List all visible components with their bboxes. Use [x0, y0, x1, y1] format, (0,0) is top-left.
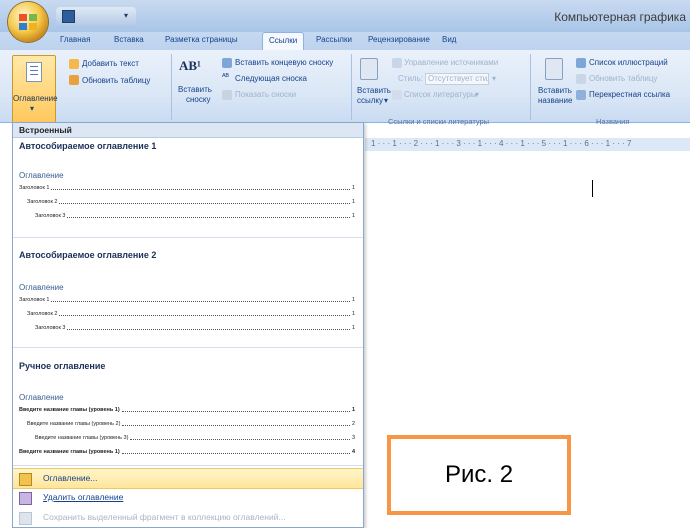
insert-caption-button[interactable]: Вставить	[538, 86, 572, 95]
footnote-ab-icon: AB¹	[179, 58, 201, 73]
insert-citation-button[interactable]: Вставить	[357, 86, 391, 95]
citations-group-label: Ссылки и списки литературы	[388, 117, 490, 126]
toc-preview-line: Заголовок 31	[35, 213, 355, 219]
tab-home[interactable]: Главная	[60, 35, 90, 44]
section-title: Автособираемое оглавление 1	[19, 141, 157, 151]
horizontal-ruler[interactable]: 1 · · · 1 · · · 2 · · · 1 · · · 3 · · · …	[365, 138, 690, 152]
cross-reference-icon	[576, 90, 586, 100]
chevron-down-icon: ▾	[492, 74, 497, 83]
bibliography-icon	[392, 90, 402, 100]
style-label: Стиль:	[398, 74, 423, 83]
ribbon-tabs: Главная Вставка Разметка страницы Ссылки…	[0, 32, 690, 50]
chevron-down-icon: ▾	[384, 96, 389, 105]
manage-sources-button[interactable]: Управление источниками	[404, 58, 498, 67]
table-of-figures-icon	[576, 58, 586, 68]
insert-citation-button-line2: ссылку	[357, 96, 384, 105]
group-separator	[351, 54, 352, 120]
manage-sources-icon	[392, 58, 402, 68]
ruler-ticks: 1 · · · 1 · · · 2 · · · 1 · · · 3 · · · …	[371, 139, 632, 148]
tab-view[interactable]: Вид	[442, 35, 456, 44]
remove-toc-icon	[19, 492, 32, 505]
captions-group-label: Названия	[596, 117, 630, 126]
text-cursor	[592, 180, 593, 197]
toc-preview-line: Введите название главы (уровень 2) 2	[27, 421, 355, 427]
update-figures-table-button[interactable]: Обновить таблицу	[589, 74, 657, 83]
insert-caption-icon	[545, 58, 563, 80]
update-table-icon	[69, 75, 79, 85]
tab-page-layout[interactable]: Разметка страницы	[165, 35, 238, 44]
update-figures-table-icon	[576, 74, 586, 84]
customize-qat-icon[interactable]: ▾	[124, 11, 128, 20]
menu-item-toc-dialog[interactable]: Оглавление...	[13, 468, 363, 489]
toc-preview-line: Введите название главы (уровень 1) 4	[19, 449, 355, 455]
group-separator	[171, 54, 172, 120]
insert-citation-icon	[360, 58, 378, 80]
bibliography-button[interactable]: Список литературы	[404, 90, 477, 99]
toc-preview-line: Заголовок 11	[19, 185, 355, 191]
insert-endnote-icon	[222, 58, 232, 68]
toc-document-icon	[26, 62, 42, 82]
insert-footnote-button[interactable]: Вставить	[178, 85, 212, 94]
toc-button[interactable]	[12, 55, 56, 125]
toc-preview-line: Заголовок 31	[35, 325, 355, 331]
toc-preview-line: Заголовок 21	[27, 311, 355, 317]
toc-gallery-dropdown: Встроенный Автособираемое оглавление 1 О…	[12, 122, 364, 528]
insert-caption-button-line2: название	[538, 96, 573, 105]
group-separator	[530, 54, 531, 120]
style-select[interactable]: Отсутствует стил	[425, 73, 489, 85]
update-table-button[interactable]: Обновить таблицу	[82, 76, 150, 85]
office-logo-icon	[19, 14, 37, 30]
next-footnote-icon: ᴬᴮ	[222, 72, 229, 81]
table-of-figures-button[interactable]: Список иллюстраций	[589, 58, 668, 67]
figure-caption: Рис. 2	[444, 461, 514, 488]
insert-endnote-button[interactable]: Вставить концевую сноску	[235, 58, 333, 67]
gallery-header-label: Встроенный	[19, 125, 72, 135]
divider	[13, 465, 363, 466]
cross-reference-button[interactable]: Перекрестная ссылка	[589, 90, 670, 99]
toc-preview-heading: Оглавление	[19, 171, 64, 180]
toc-preview-line: Введите название главы (уровень 3) 3	[35, 435, 355, 441]
gallery-header: Встроенный	[13, 123, 363, 138]
toc-preview-heading: Оглавление	[19, 393, 64, 402]
section-title: Ручное оглавление	[19, 361, 106, 371]
tab-insert[interactable]: Вставка	[114, 35, 144, 44]
show-notes-icon	[222, 90, 232, 100]
section-title: Автособираемое оглавление 2	[19, 250, 157, 260]
title-bar: ▾ Компьютерная графика	[0, 0, 690, 32]
toc-preview-line: Заголовок 21	[27, 199, 355, 205]
next-footnote-button[interactable]: Следующая сноска	[235, 74, 307, 83]
office-button[interactable]	[8, 2, 48, 42]
toc-preview-line: Заголовок 11	[19, 297, 355, 303]
divider	[13, 237, 363, 238]
chevron-down-icon: ▾	[475, 90, 480, 99]
tab-review[interactable]: Рецензирование	[368, 35, 430, 44]
toc-button-label: Оглавление	[13, 94, 58, 103]
figure-caption-box: Рис. 2	[387, 435, 571, 515]
window-title: Компьютерная графика	[554, 10, 686, 24]
save-icon[interactable]	[62, 10, 75, 23]
menu-item-save-selection[interactable]: Сохранить выделенный фрагмент в коллекци…	[13, 508, 363, 527]
add-text-icon	[69, 59, 79, 69]
show-notes-button[interactable]: Показать сноски	[235, 90, 296, 99]
tab-mailings[interactable]: Рассылки	[316, 35, 352, 44]
divider	[13, 347, 363, 348]
toc-preview-heading: Оглавление	[19, 283, 64, 292]
toc-preview-line: Введите название главы (уровень 1) 1	[19, 407, 355, 413]
save-selection-icon	[19, 512, 32, 525]
insert-footnote-button-line2: сноску	[186, 95, 211, 104]
tab-references[interactable]: Ссылки	[262, 32, 305, 50]
menu-item-remove-toc[interactable]: Удалить оглавление	[13, 488, 363, 507]
add-text-button[interactable]: Добавить текст	[82, 59, 139, 68]
quick-access-toolbar[interactable]: ▾	[56, 7, 136, 25]
chevron-down-icon: ▾	[30, 104, 35, 113]
toc-dialog-icon	[19, 473, 32, 486]
